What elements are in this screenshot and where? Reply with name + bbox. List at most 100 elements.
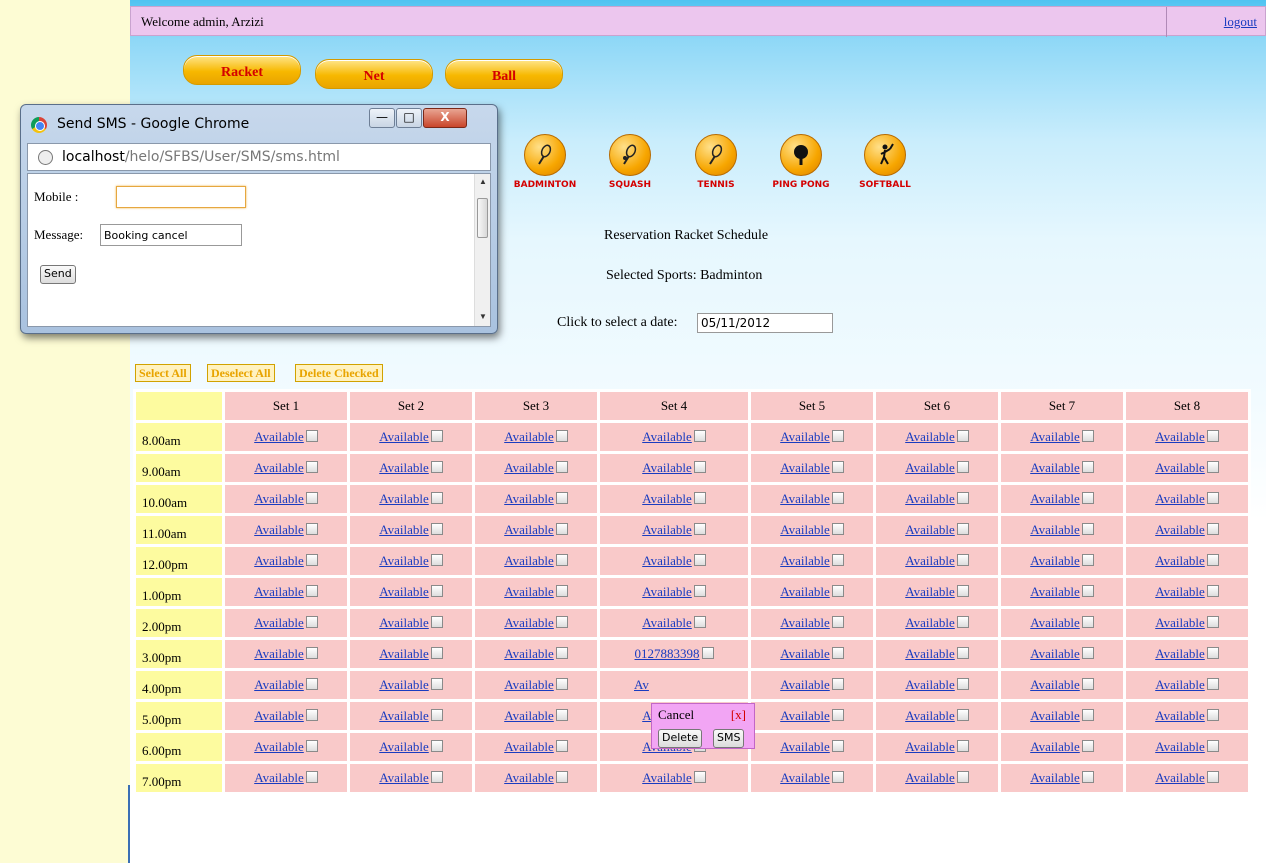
availability-link[interactable]: Available [504,491,554,506]
sport-tennis[interactable]: TENNIS [676,134,756,190]
slot-checkbox[interactable] [1081,709,1094,721]
availability-link[interactable]: Available [780,553,830,568]
slot-checkbox[interactable] [956,523,969,535]
slot-checkbox[interactable] [305,647,318,659]
slot-checkbox[interactable] [305,461,318,473]
availability-link[interactable]: Available [504,708,554,723]
slot-checkbox[interactable] [1081,523,1094,535]
availability-link[interactable]: Available [780,522,830,537]
slot-checkbox[interactable] [1206,554,1219,566]
slot-checkbox[interactable] [305,771,318,783]
availability-link[interactable]: Available [642,770,692,785]
slot-checkbox[interactable] [555,492,568,504]
slot-checkbox[interactable] [693,492,706,504]
slot-checkbox[interactable] [831,771,844,783]
slot-checkbox[interactable] [555,461,568,473]
deselect-all-button[interactable]: Deselect All [207,364,275,382]
availability-link[interactable]: Available [1155,646,1205,661]
slot-checkbox[interactable] [1206,740,1219,752]
availability-link[interactable]: Available [905,708,955,723]
slot-checkbox[interactable] [430,647,443,659]
scroll-up-arrow-icon[interactable]: ▲ [479,177,487,186]
availability-link[interactable]: Available [504,553,554,568]
availability-link[interactable]: Available [379,739,429,754]
availability-link[interactable]: Available [642,553,692,568]
availability-link[interactable]: Available [1030,522,1080,537]
availability-link[interactable]: Available [1155,739,1205,754]
sport-softball[interactable]: SOFTBALL [845,134,925,190]
category-net-button[interactable]: Net [315,59,433,89]
slot-checkbox[interactable] [555,647,568,659]
availability-link[interactable]: Available [1030,677,1080,692]
availability-link[interactable]: Available [379,522,429,537]
slot-checkbox[interactable] [693,523,706,535]
availability-link[interactable]: Available [254,739,304,754]
availability-link[interactable]: Available [1030,429,1080,444]
availability-link[interactable]: Available [254,522,304,537]
availability-link[interactable]: Available [1155,460,1205,475]
cancel-popup-close-button[interactable]: [x] [731,707,746,723]
availability-link[interactable]: Available [905,615,955,630]
slot-checkbox[interactable] [305,740,318,752]
slot-checkbox[interactable] [430,430,443,442]
scrollbar[interactable]: ▲ ▼ [474,174,490,326]
availability-link[interactable]: Available [254,429,304,444]
availability-link[interactable]: Available [905,522,955,537]
availability-link[interactable]: Available [905,491,955,506]
availability-link[interactable]: Available [780,460,830,475]
availability-link[interactable]: Available [642,584,692,599]
slot-checkbox[interactable] [1081,585,1094,597]
availability-link[interactable]: Available [780,677,830,692]
availability-link[interactable]: Available [254,553,304,568]
slot-checkbox[interactable] [1206,647,1219,659]
slot-checkbox[interactable] [1081,740,1094,752]
slot-checkbox[interactable] [430,616,443,628]
availability-link[interactable]: Available [1030,739,1080,754]
slot-checkbox[interactable] [1206,523,1219,535]
availability-link[interactable]: Available [254,646,304,661]
availability-link[interactable]: Available [905,770,955,785]
slot-checkbox[interactable] [430,709,443,721]
slot-checkbox[interactable] [305,616,318,628]
availability-link[interactable]: Available [1155,553,1205,568]
logout-link[interactable]: logout [1224,14,1257,30]
minimize-button[interactable]: — [369,108,395,128]
availability-link[interactable]: Av [634,677,649,692]
slot-checkbox[interactable] [831,430,844,442]
availability-link[interactable]: Available [780,584,830,599]
availability-link[interactable]: Available [642,615,692,630]
slot-checkbox[interactable] [831,647,844,659]
availability-link[interactable]: Available [504,739,554,754]
availability-link[interactable]: Available [1030,491,1080,506]
select-all-button[interactable]: Select All [135,364,191,382]
slot-checkbox[interactable] [555,430,568,442]
availability-link[interactable]: Available [1030,708,1080,723]
slot-checkbox[interactable] [305,678,318,690]
slot-checkbox[interactable] [555,554,568,566]
availability-link[interactable]: Available [1030,553,1080,568]
availability-link[interactable]: Available [1155,615,1205,630]
availability-link[interactable]: Available [504,677,554,692]
slot-checkbox[interactable] [831,461,844,473]
availability-link[interactable]: Available [379,429,429,444]
slot-checkbox[interactable] [430,585,443,597]
availability-link[interactable]: Available [1155,429,1205,444]
sms-button[interactable]: SMS [713,729,745,748]
availability-link[interactable]: Available [780,646,830,661]
availability-link[interactable]: Available [780,770,830,785]
slot-checkbox[interactable] [1206,585,1219,597]
availability-link[interactable]: Available [504,522,554,537]
availability-link[interactable]: Available [780,708,830,723]
availability-link[interactable]: Available [379,460,429,475]
availability-link[interactable]: Available [254,615,304,630]
slot-checkbox[interactable] [956,430,969,442]
availability-link[interactable]: Available [504,584,554,599]
availability-link[interactable]: Available [379,646,429,661]
slot-checkbox[interactable] [305,585,318,597]
availability-link[interactable]: Available [379,491,429,506]
close-button[interactable]: X [423,108,467,128]
availability-link[interactable]: Available [504,460,554,475]
slot-checkbox[interactable] [1206,678,1219,690]
availability-link[interactable]: Available [504,646,554,661]
availability-link[interactable]: Available [905,429,955,444]
